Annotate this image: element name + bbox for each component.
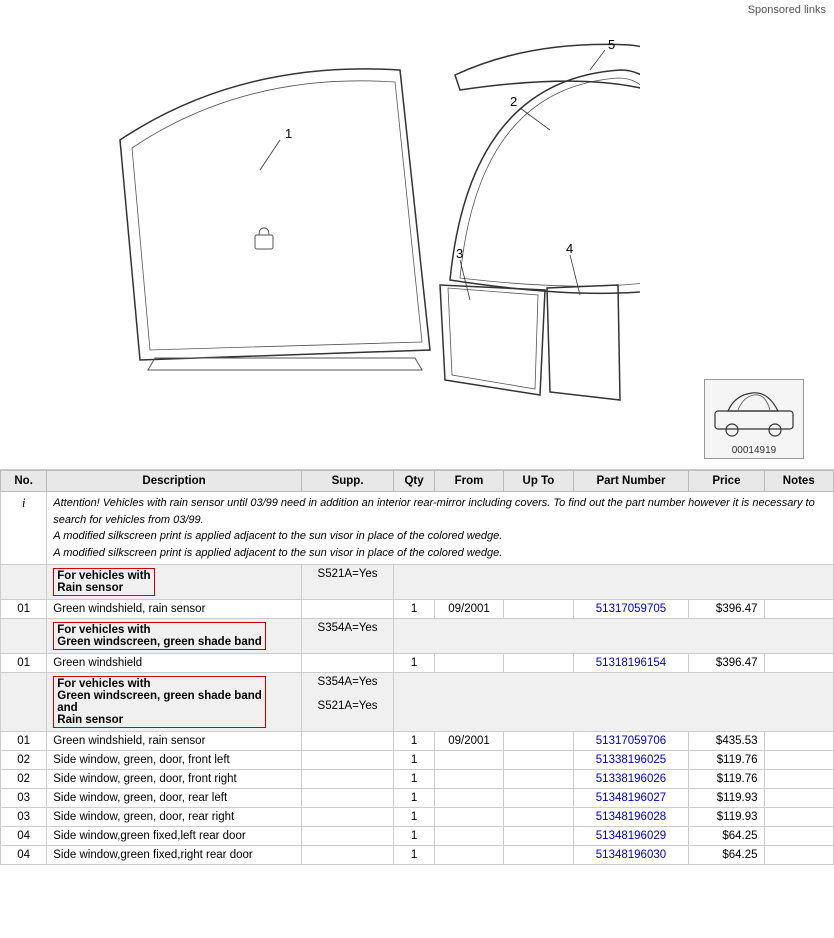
partno-link[interactable]: 51317059705 — [596, 603, 666, 615]
header-description: Description — [47, 471, 302, 492]
part-desc: Side window, green, door, front left — [47, 751, 302, 770]
table-row: 02 Side window, green, door, front left … — [1, 751, 834, 770]
part-desc: Green windshield, rain sensor — [47, 600, 302, 619]
condition-supp: S521A=Yes — [301, 565, 394, 600]
part-desc: Green windshield — [47, 654, 302, 673]
partno-link[interactable]: 51338196025 — [596, 754, 666, 766]
part-supp — [301, 600, 394, 619]
condition-desc: For vehicles withRain sensor — [47, 565, 302, 600]
sponsored-links-bar: Sponsored links — [0, 0, 834, 20]
header-from: From — [434, 471, 503, 492]
table-row: For vehicles withGreen windscreen, green… — [1, 673, 834, 732]
table-row: For vehicles withRain sensor S521A=Yes — [1, 565, 834, 600]
header-notes: Notes — [764, 471, 834, 492]
partno-link[interactable]: 51348196030 — [596, 849, 666, 861]
partno-link[interactable]: 51348196028 — [596, 811, 666, 823]
table-row: 04 Side window,green fixed,left rear doo… — [1, 827, 834, 846]
condition-rest — [394, 565, 834, 600]
partno-link[interactable]: 51318196154 — [596, 657, 666, 669]
part-from: 09/2001 — [434, 600, 503, 619]
part-desc: Side window, green, door, rear left — [47, 789, 302, 808]
header-price: Price — [689, 471, 764, 492]
condition-label: For vehicles withRain sensor — [53, 568, 154, 596]
thumbnail-car-svg — [710, 383, 798, 443]
header-qty: Qty — [394, 471, 434, 492]
part-desc: Side window,green fixed,left rear door — [47, 827, 302, 846]
parts-table: No. Description Supp. Qty From Up To Par… — [0, 470, 834, 865]
table-row: 03 Side window, green, door, rear right … — [1, 808, 834, 827]
part4-glass — [547, 285, 620, 400]
table-row: 03 Side window, green, door, rear left 1… — [1, 789, 834, 808]
part-price: $396.47 — [689, 600, 764, 619]
table-row: For vehicles withGreen windscreen, green… — [1, 619, 834, 654]
thumbnail-box: 00014919 — [704, 379, 804, 459]
partno-link[interactable]: 51317059706 — [596, 735, 666, 747]
header-partno: Part Number — [573, 471, 689, 492]
svg-text:5: 5 — [608, 40, 615, 52]
part-upto — [504, 600, 573, 619]
part-qty: 1 — [394, 600, 434, 619]
thumbnail-caption: 00014919 — [732, 445, 777, 456]
part-desc: Green windshield, rain sensor — [47, 732, 302, 751]
svg-text:1: 1 — [285, 126, 292, 141]
table-row: 01 Green windshield, rain sensor 1 09/20… — [1, 732, 834, 751]
table-row: i Attention! Vehicles with rain sensor u… — [1, 492, 834, 565]
partno-link[interactable]: 51348196027 — [596, 792, 666, 804]
svg-text:2: 2 — [510, 94, 517, 109]
table-row: 01 Green windshield 1 51318196154 $396.4… — [1, 654, 834, 673]
header-supp: Supp. — [301, 471, 394, 492]
partno-link[interactable]: 51348196029 — [596, 830, 666, 842]
part-desc: Side window,green fixed,right rear door — [47, 846, 302, 865]
svg-text:4: 4 — [566, 241, 573, 256]
part-notes — [764, 600, 834, 619]
condition-label: For vehicles withGreen windscreen, green… — [53, 622, 266, 650]
condition-label: For vehicles withGreen windscreen, green… — [53, 676, 266, 728]
parts-diagram: 1 2 3 4 5 — [60, 40, 640, 440]
svg-text:3: 3 — [456, 246, 463, 261]
table-row: 02 Side window, green, door, front right… — [1, 770, 834, 789]
table-row: 04 Side window,green fixed,right rear do… — [1, 846, 834, 865]
info-text: Attention! Vehicles with rain sensor unt… — [47, 492, 834, 565]
table-row: 01 Green windshield, rain sensor 1 09/20… — [1, 600, 834, 619]
part-no: 01 — [1, 600, 47, 619]
condition-no — [1, 565, 47, 600]
right-side-glass — [440, 285, 545, 395]
header-no: No. — [1, 471, 47, 492]
diagram-area: 1 2 3 4 5 — [0, 20, 834, 470]
partno-link[interactable]: 51338196026 — [596, 773, 666, 785]
info-icon: i — [1, 492, 47, 565]
part-number[interactable]: 51317059705 — [573, 600, 689, 619]
part-desc: Side window, green, door, rear right — [47, 808, 302, 827]
table-header-row: No. Description Supp. Qty From Up To Par… — [1, 471, 834, 492]
windshield-part — [120, 69, 430, 360]
header-upto: Up To — [504, 471, 573, 492]
rear-glass-part — [450, 70, 640, 293]
sponsored-links-text: Sponsored links — [748, 4, 826, 16]
part-desc: Side window, green, door, front right — [47, 770, 302, 789]
